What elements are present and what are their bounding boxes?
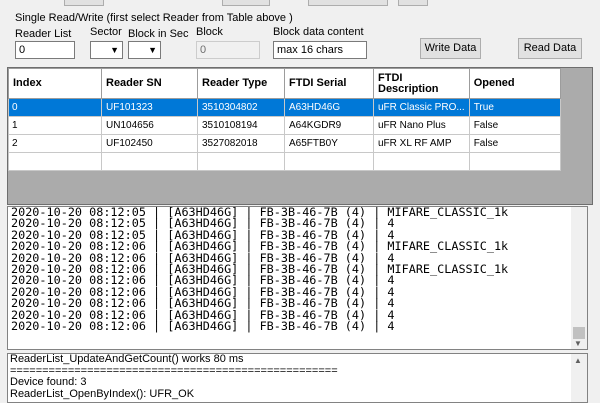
readers-grid[interactable]: Index Reader SN Reader Type FTDI Serial … [7,67,593,205]
log-line: 2020-10-20 08:12:06 | [A63HD46G] | FB-3B… [11,319,395,334]
col-header-index[interactable]: Index [8,68,102,99]
chevron-down-icon: ▼ [148,45,157,55]
col-header-ftdi-serial[interactable]: FTDI Serial [284,68,374,99]
cell-reader-type: 3510304802 [197,98,285,117]
scroll-up-icon[interactable]: ▲ [574,356,582,365]
cell-ftdi-serial [284,152,374,171]
cell-ftdi-description [373,152,470,171]
log-scrollbar[interactable]: ▼ [571,207,587,349]
chevron-down-icon: ▼ [110,45,119,55]
log-output[interactable]: 2020-10-20 08:12:05 | [A63HD46G] | FB-3B… [7,206,588,350]
cell-ftdi-serial: A64KGDR9 [284,116,374,135]
cell-ftdi-serial: A63HD46G [284,98,374,117]
status-scrollbar[interactable]: ▲ [571,354,587,402]
table-row[interactable]: 2 UF102450 3527082018 A65FTB0Y uFR XL RF… [8,134,561,153]
block-data-label: Block data content [273,26,364,38]
read-data-button[interactable]: Read Data [518,38,582,59]
col-header-opened[interactable]: Opened [468,68,561,99]
sector-label: Sector [90,26,122,38]
cell-index: 1 [8,116,102,135]
status-line: ReaderList_OpenByIndex(): UFR_OK [10,387,195,400]
scroll-down-icon[interactable]: ▼ [574,339,582,348]
block-label: Block [196,26,223,38]
sector-select[interactable]: ▼ [90,41,123,59]
status-line: ========================================… [10,364,338,377]
status-line: Device found: 3 [10,376,87,388]
table-row-new[interactable] [8,152,561,171]
col-header-reader-type[interactable]: Reader Type [197,68,285,99]
cell-index [8,152,102,171]
single-read-write-panel: Single Read/Write (first select Reader f… [6,10,588,66]
cell-reader-sn: UF101323 [101,98,198,117]
status-output[interactable]: ReaderList_UpdateAndGetCount() works 80 … [7,353,588,403]
top-button-2[interactable] [222,0,270,6]
cell-index: 2 [8,134,102,153]
col-header-ftdi-description[interactable]: FTDI Description [373,68,470,99]
cell-ftdi-description: uFR XL RF AMP [373,134,470,153]
status-line: ReaderList_UpdateAndGetCount() works 80 … [10,353,244,365]
cell-reader-type [197,152,285,171]
block-input[interactable]: 0 [196,41,260,59]
cell-ftdi-serial: A65FTB0Y [284,134,374,153]
panel-title: Single Read/Write (first select Reader f… [15,12,293,24]
cell-reader-sn: UF102450 [101,134,198,153]
readers-table: Index Reader SN Reader Type FTDI Serial … [8,68,561,171]
cell-opened: True [468,98,561,117]
cell-opened [468,152,561,171]
block-in-sec-label: Block in Sec [128,28,189,40]
cell-opened: False [468,134,561,153]
cell-index: 0 [8,98,102,117]
reader-list-label: Reader List [15,28,72,40]
cell-opened: False [468,116,561,135]
table-header-row: Index Reader SN Reader Type FTDI Serial … [8,68,561,99]
cell-reader-type: 3510108194 [197,116,285,135]
table-row[interactable]: 1 UN104656 3510108194 A64KGDR9 uFR Nano … [8,116,561,135]
scroll-thumb[interactable] [573,327,585,339]
top-button-3[interactable] [308,0,388,6]
reader-list-input[interactable]: 0 [15,41,75,59]
top-button-1[interactable] [64,0,104,6]
cell-ftdi-description: uFR Nano Plus [373,116,470,135]
block-in-sec-select[interactable]: ▼ [128,41,161,59]
cell-reader-type: 3527082018 [197,134,285,153]
write-data-button[interactable]: Write Data [420,38,481,59]
top-button-4[interactable] [398,0,428,6]
cell-reader-sn [101,152,198,171]
cell-ftdi-description: uFR Classic PRO... [373,98,470,117]
cell-reader-sn: UN104656 [101,116,198,135]
table-row[interactable]: 0 UF101323 3510304802 A63HD46G uFR Class… [8,98,561,117]
block-data-input[interactable]: max 16 chars [273,41,367,59]
col-header-reader-sn[interactable]: Reader SN [101,68,198,99]
top-strip [0,0,600,8]
